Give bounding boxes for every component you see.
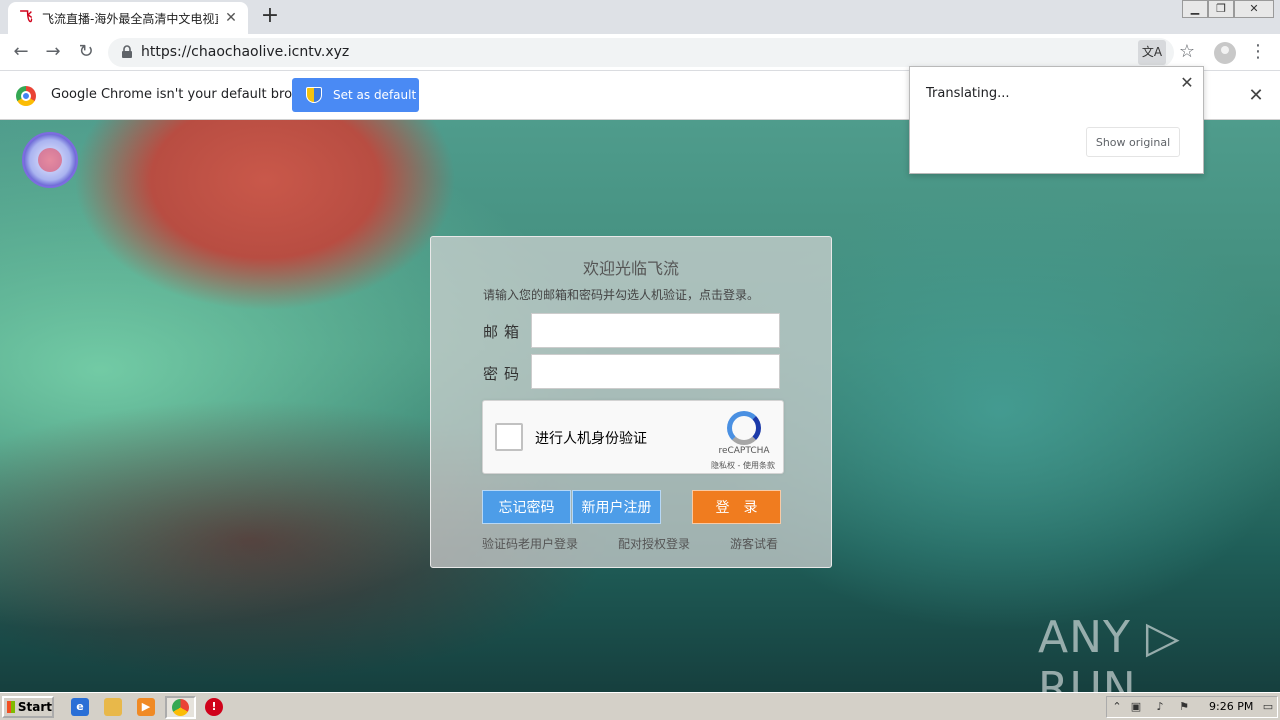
browser-tab[interactable]: 飞 飞流直播-海外最全高清中文电视直播 ✕ bbox=[8, 2, 248, 34]
minimize-button[interactable]: ▁ bbox=[1182, 0, 1208, 18]
register-button[interactable]: 新用户注册 bbox=[572, 490, 661, 524]
recaptcha-brand: reCAPTCHA bbox=[718, 446, 770, 456]
start-button[interactable]: Start bbox=[2, 696, 54, 718]
translate-status: Translating... bbox=[926, 86, 1010, 101]
page-background: 欢迎光临飞流 请输入您的邮箱和密码并勾选人机验证，点击登录。 邮箱 密码 进行人… bbox=[0, 120, 1280, 692]
tray-expand-icon[interactable]: ⌃ bbox=[1110, 700, 1124, 714]
bookmark-star-icon[interactable]: ☆ bbox=[1176, 41, 1198, 63]
login-hint: 请输入您的邮箱和密码并勾选人机验证，点击登录。 bbox=[483, 288, 760, 302]
ie-icon[interactable]: e bbox=[71, 698, 89, 716]
recaptcha-checkbox[interactable] bbox=[495, 423, 523, 451]
login-panel: 欢迎光临飞流 请输入您的邮箱和密码并勾选人机验证，点击登录。 邮箱 密码 进行人… bbox=[430, 236, 832, 568]
infobar-close-icon[interactable]: ✕ bbox=[1246, 86, 1266, 106]
login-title: 欢迎光临飞流 bbox=[582, 259, 679, 278]
login-button[interactable]: 登录 bbox=[692, 490, 781, 524]
back-icon[interactable]: ← bbox=[9, 40, 33, 64]
recaptcha-label: 进行人机身份验证 bbox=[535, 431, 647, 447]
guest-trial-link[interactable]: 游客试看 bbox=[730, 535, 778, 552]
address-bar[interactable]: https://chaochaolive.icntv.xyz 文A ☆ bbox=[108, 38, 1195, 67]
restore-button[interactable]: ❐ bbox=[1208, 0, 1234, 18]
translate-icon[interactable]: 文A bbox=[1138, 40, 1166, 65]
profile-avatar[interactable] bbox=[1214, 42, 1236, 64]
chrome-logo-icon bbox=[16, 86, 36, 106]
chrome-taskbar-button[interactable] bbox=[165, 696, 196, 719]
infobar-message: Google Chrome isn't your default browser bbox=[51, 87, 323, 102]
pair-auth-login-link[interactable]: 配对授权登录 bbox=[618, 535, 690, 552]
media-player-icon[interactable]: ▶ bbox=[137, 698, 155, 716]
windows-flag-icon bbox=[7, 701, 15, 713]
show-original-button[interactable]: Show original bbox=[1086, 127, 1180, 157]
show-desktop-icon[interactable]: ▭ bbox=[1261, 700, 1275, 714]
translate-bubble: Translating... ✕ Show original bbox=[909, 66, 1204, 174]
chrome-icon bbox=[172, 699, 189, 716]
set-as-default-button[interactable]: Set as default bbox=[292, 78, 419, 112]
recaptcha-logo-icon bbox=[727, 411, 761, 445]
tab-title: 飞流直播-海外最全高清中文电视直播 bbox=[42, 11, 218, 26]
site-favicon-icon: 飞 bbox=[19, 10, 33, 25]
start-label: Start bbox=[17, 700, 52, 714]
verify-code-login-link[interactable]: 验证码老用户登录 bbox=[482, 535, 578, 552]
url-text[interactable]: https://chaochaolive.icntv.xyz bbox=[141, 44, 349, 60]
clock: 9:26 PM bbox=[1209, 700, 1254, 713]
lock-icon[interactable] bbox=[120, 45, 134, 59]
taskbar: Start e ▶ ! ⌃ ▣ ♪ ⚑ 9:26 PM ▭ bbox=[0, 692, 1280, 720]
password-label: 密码 bbox=[483, 365, 526, 383]
title-bar: 飞 飞流直播-海外最全高清中文电视直播 ✕ + ▁ ❐ ✕ bbox=[0, 0, 1280, 34]
anyrun-watermark: ANY ▷ RUN bbox=[1038, 612, 1181, 692]
antivirus-icon[interactable]: ! bbox=[205, 698, 223, 716]
network-icon[interactable]: ▣ bbox=[1129, 700, 1143, 714]
site-logo[interactable] bbox=[22, 132, 78, 188]
translate-close-icon[interactable]: ✕ bbox=[1178, 74, 1196, 92]
system-tray: ⌃ ▣ ♪ ⚑ 9:26 PM ▭ bbox=[1106, 696, 1278, 718]
recaptcha-privacy-terms[interactable]: 隐私权 - 使用条款 bbox=[703, 460, 783, 471]
set-as-default-label: Set as default bbox=[333, 88, 417, 102]
shield-icon bbox=[306, 87, 322, 103]
reload-icon[interactable]: ↻ bbox=[74, 40, 98, 64]
email-label: 邮箱 bbox=[483, 323, 526, 341]
recaptcha-widget: 进行人机身份验证 reCAPTCHA 隐私权 - 使用条款 bbox=[482, 400, 784, 474]
password-field[interactable] bbox=[531, 354, 780, 389]
flag-icon[interactable]: ⚑ bbox=[1177, 700, 1191, 714]
forward-icon[interactable]: → bbox=[41, 40, 65, 64]
kebab-menu-icon[interactable]: ⋮ bbox=[1248, 40, 1268, 64]
forgot-password-button[interactable]: 忘记密码 bbox=[482, 490, 571, 524]
email-field[interactable] bbox=[531, 313, 780, 348]
close-window-button[interactable]: ✕ bbox=[1234, 0, 1274, 18]
folder-icon[interactable] bbox=[104, 698, 122, 716]
new-tab-button[interactable]: + bbox=[258, 4, 282, 28]
tab-close-icon[interactable]: ✕ bbox=[222, 9, 240, 27]
volume-icon[interactable]: ♪ bbox=[1153, 700, 1167, 714]
